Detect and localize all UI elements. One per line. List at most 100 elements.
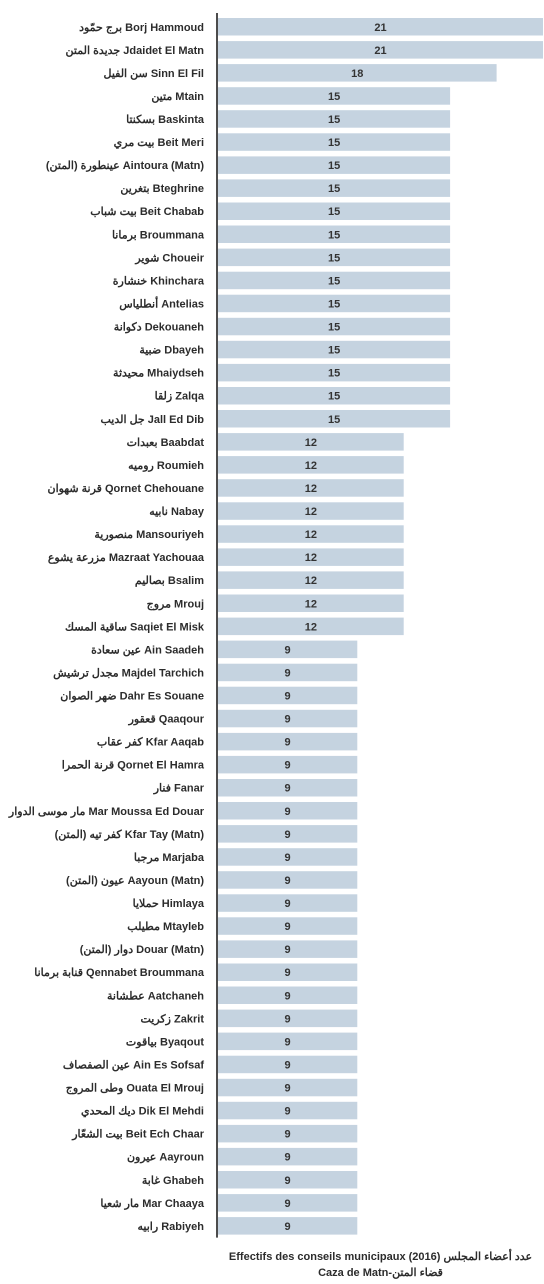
value-label: 15 xyxy=(328,275,340,287)
category-label: مرجبا Marjaba xyxy=(134,852,205,864)
category-label: ديك المحدي Dik El Mehdi xyxy=(81,1106,204,1119)
value-label: 12 xyxy=(305,552,317,564)
value-label: 12 xyxy=(305,575,317,587)
value-label: 15 xyxy=(328,114,340,126)
value-label: 12 xyxy=(305,621,317,633)
category-label: بيت شباب Beit Chabab xyxy=(90,206,204,218)
category-label: خنشارة Khinchara xyxy=(113,275,205,287)
category-label: عطشانة Aatchaneh xyxy=(107,990,204,1002)
value-label: 15 xyxy=(328,414,340,426)
category-label: قعقور Qaaqour xyxy=(128,714,205,726)
bar-chart: برج حمّود Borj Hammoud جديدة المتن Jdaide… xyxy=(8,13,543,1238)
value-label: 15 xyxy=(328,183,340,195)
value-label: 9 xyxy=(285,737,291,749)
value-label: 15 xyxy=(328,345,340,357)
bars-group xyxy=(218,18,543,1235)
value-label: 12 xyxy=(305,529,317,541)
category-label: زكريت Zakrit xyxy=(141,1013,205,1025)
value-label: 9 xyxy=(285,1106,291,1118)
category-label: متين Mtain xyxy=(151,91,204,103)
value-label: 9 xyxy=(285,1083,291,1095)
category-label: كفر تيه (المتن) Kfar Tay (Matn) xyxy=(55,829,205,841)
category-label: بياقوت Byaqout xyxy=(126,1036,204,1048)
category-label: مار موسى الدوار Mar Moussa Ed Douar xyxy=(8,806,205,818)
category-label: دوار (المتن) Douar (Matn) xyxy=(80,944,205,956)
value-label: 9 xyxy=(285,1198,291,1210)
category-label: بيت مري Beit Meri xyxy=(114,137,204,150)
value-label: 9 xyxy=(285,1036,291,1048)
category-label: دكوانة Dekouaneh xyxy=(114,322,204,334)
value-label: 9 xyxy=(285,783,291,795)
category-label: منصورية Mansouriyeh xyxy=(94,529,204,541)
value-label: 9 xyxy=(285,944,291,956)
category-label: فنار Fanar xyxy=(153,783,205,795)
value-label: 9 xyxy=(285,829,291,841)
category-label: عين الصفصاف Ain Es Sofsaf xyxy=(63,1060,204,1072)
category-label: مطيلب Mtayleb xyxy=(127,921,204,933)
category-label: مار شعيا Mar Chaaya xyxy=(100,1198,205,1210)
category-label: عيون (المتن) Aayoun (Matn) xyxy=(66,875,204,887)
value-label: 9 xyxy=(285,691,291,703)
value-label: 12 xyxy=(305,483,317,495)
category-label: روميه Roumieh xyxy=(128,460,204,472)
category-label: جل الديب Jall Ed Dib xyxy=(100,414,204,426)
category-label: رابيه Rabiyeh xyxy=(137,1221,204,1233)
value-label: 15 xyxy=(328,229,340,241)
category-label: بتغرين Bteghrine xyxy=(120,183,204,195)
value-label: 9 xyxy=(285,667,291,679)
value-label: 9 xyxy=(285,644,291,656)
category-label: وطى المروج Ouata El Mrouj xyxy=(66,1083,204,1095)
value-label: 9 xyxy=(285,1060,291,1072)
value-label: 9 xyxy=(285,875,291,887)
value-label: 9 xyxy=(285,898,291,910)
category-label: شوير Choueir xyxy=(134,252,204,264)
value-label: 9 xyxy=(285,806,291,818)
category-label: بسكنتا Baskinta xyxy=(126,114,205,126)
value-label: 15 xyxy=(328,299,340,311)
category-label: برمانا Broummana xyxy=(112,229,205,241)
category-label: مجدل ترشيش Majdel Tarchich xyxy=(53,667,204,679)
value-label: 15 xyxy=(328,91,340,103)
category-label: محيدثة Mhaiydseh xyxy=(113,368,204,380)
category-label: بعبدات Baabdat xyxy=(127,437,205,449)
chart-title: Effectifs des conseils municipaux (2016)… xyxy=(228,1251,533,1263)
category-label: غابة Ghabeh xyxy=(142,1175,204,1187)
value-label: 21 xyxy=(374,45,386,57)
category-label: مروج Mrouj xyxy=(147,598,204,610)
value-label: 9 xyxy=(285,921,291,933)
value-label: 18 xyxy=(351,68,363,80)
category-label: زلقا Zalqa xyxy=(155,391,205,403)
value-label: 9 xyxy=(285,1152,291,1164)
category-label: جديدة المتن Jdaidet El Matn xyxy=(66,45,205,57)
category-label: نابيه Nabay xyxy=(149,506,205,518)
category-label: سن الفيل Sinn El Fil xyxy=(103,68,204,80)
value-label: 9 xyxy=(285,990,291,1002)
value-label: 15 xyxy=(328,252,340,264)
category-label: قنابة برمانا Qennabet Broummana xyxy=(34,967,205,979)
value-label: 15 xyxy=(328,368,340,380)
value-label: 9 xyxy=(285,1221,291,1233)
value-label: 12 xyxy=(305,437,317,449)
category-label: أنطلياس Antelias xyxy=(119,297,204,311)
category-label: حملايا Himlaya xyxy=(133,898,205,910)
category-label: بصاليم Bsalim xyxy=(135,575,204,587)
category-label: قرنة شهوان Qornet Chehouane xyxy=(47,483,204,495)
category-label: ضهر الصوان Dahr Es Souane xyxy=(60,691,204,703)
category-label: كفر عقاب Kfar Aaqab xyxy=(97,737,204,749)
value-label: 15 xyxy=(328,206,340,218)
category-label: عيرون Aayroun xyxy=(127,1152,204,1164)
value-label: 15 xyxy=(328,160,340,172)
value-label: 9 xyxy=(285,852,291,864)
value-label: 21 xyxy=(374,22,386,34)
value-label: 12 xyxy=(305,598,317,610)
value-label: 9 xyxy=(285,967,291,979)
category-label: عين سعادة Ain Saadeh xyxy=(91,644,204,656)
chart-subtitle: Caza de Matn-قضاء المتن xyxy=(318,1267,443,1279)
value-label: 9 xyxy=(285,1013,291,1025)
category-label: عينطورة (المتن) Aintoura (Matn) xyxy=(46,160,204,172)
value-label: 15 xyxy=(328,391,340,403)
value-label: 9 xyxy=(285,714,291,726)
value-label: 9 xyxy=(285,1129,291,1141)
value-label: 15 xyxy=(328,137,340,149)
category-label: بيت الشعّار Beit Ech Chaar xyxy=(71,1129,204,1141)
